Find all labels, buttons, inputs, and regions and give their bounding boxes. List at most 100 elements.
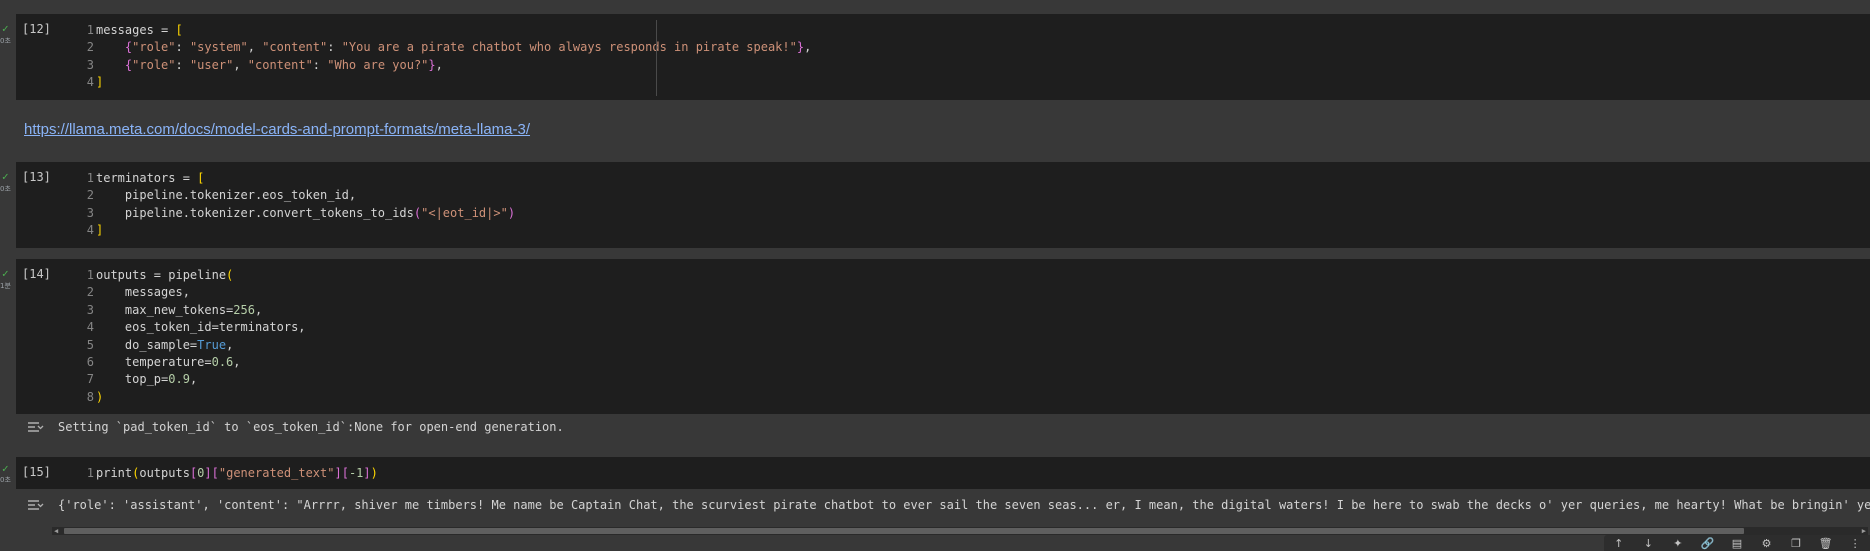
code-token: messages =: [96, 23, 176, 37]
line-number: 1: [86, 171, 94, 185]
cell-output-14: Setting `pad_token_id` to `eos_token_id`…: [16, 414, 1870, 450]
code-token: "content": [262, 40, 328, 55]
line-number: 2: [86, 188, 94, 203]
line-number: 4: [86, 320, 94, 335]
line-number: 8: [86, 389, 94, 404]
output-text: Setting `pad_token_id` to `eos_token_id`…: [58, 420, 564, 434]
code-token: 0.9: [168, 372, 190, 387]
ruler-line: [656, 20, 657, 96]
cell-toolbar: ↑ ↓ ✦ 🔗 ▤ ⚙ ❐ 🗑 ⋮: [1604, 535, 1870, 551]
line-number: 3: [86, 302, 94, 317]
code-cell-13[interactable]: ✓ 0초 [13] 1 terminators = [ 2 pipeline.to…: [0, 162, 1870, 248]
code-token: ,: [254, 302, 263, 317]
code-token: ): [96, 389, 104, 404]
check-icon: ✓: [2, 22, 9, 35]
scroll-left-icon[interactable]: ◀: [54, 527, 58, 535]
code-lines[interactable]: 1 messages = [ 2 {"role": "system", "cont…: [72, 22, 812, 92]
code-token: terminators =: [96, 171, 198, 185]
code-token: ,: [226, 337, 234, 352]
delete-icon[interactable]: 🗑: [1815, 537, 1837, 550]
code-token: 256: [233, 302, 255, 317]
output-toggle-icon[interactable]: [26, 498, 44, 512]
exec-time: 0초: [0, 37, 11, 45]
cell-gutter: ✓ 1분: [0, 259, 16, 414]
code-token: "system": [189, 40, 248, 55]
exec-count: [13]: [22, 170, 51, 184]
cell-gutter: ✓ 0초: [0, 457, 16, 489]
code-token: :: [175, 40, 190, 55]
output-toggle-icon[interactable]: [26, 420, 44, 434]
code-token: ,: [247, 40, 263, 55]
code-editor[interactable]: [13] 1 terminators = [ 2 pipeline.tokeniz…: [16, 162, 1870, 248]
code-token: [: [175, 23, 183, 37]
code-editor[interactable]: [15] 1 print(outputs[0]["generated_text"]…: [16, 457, 1870, 489]
code-token: ,: [233, 354, 241, 369]
line-number: 2: [86, 285, 94, 300]
code-lines[interactable]: 1 terminators = [ 2 pipeline.tokenizer.eo…: [72, 170, 515, 240]
code-token: -1: [348, 466, 364, 480]
mirror-cell-icon[interactable]: ❐: [1785, 537, 1807, 550]
settings-icon[interactable]: ⚙: [1756, 537, 1778, 550]
code-token: True: [197, 337, 227, 352]
code-cell-12[interactable]: ✓ 0초 [12] 1 messages = [ 2 {"role": "syst…: [0, 14, 1870, 100]
line-number: 1: [86, 466, 94, 480]
code-token: "You are a pirate chatbot who always res…: [341, 40, 797, 55]
code-token: messages,: [96, 285, 190, 300]
line-number: 4: [86, 75, 94, 90]
code-token: top_p=: [96, 372, 169, 387]
sparkle-icon[interactable]: ✦: [1667, 537, 1689, 550]
code-token: "content": [247, 57, 313, 72]
code-token: temperature=: [96, 354, 212, 369]
exec-time: 1분: [0, 282, 11, 290]
exec-count: [12]: [22, 22, 51, 36]
check-icon: ✓: [2, 170, 9, 183]
code-token: ]: [204, 466, 212, 480]
output-text: {'role': 'assistant', 'content': "Arrrr,…: [58, 498, 1870, 512]
code-editor[interactable]: [14] 1 outputs = pipeline( 2 messages, 3 …: [16, 259, 1870, 414]
link-icon[interactable]: 🔗: [1696, 537, 1718, 550]
code-token: ,: [435, 57, 443, 72]
comment-icon[interactable]: ▤: [1726, 537, 1748, 550]
code-cell-15[interactable]: ✓ 0초 [15] 1 print(outputs[0]["generated_t…: [0, 457, 1870, 489]
code-token: [: [341, 466, 349, 480]
move-up-icon[interactable]: ↑: [1608, 537, 1630, 550]
code-token: (: [226, 268, 234, 282]
exec-count: [14]: [22, 267, 51, 281]
code-token: :: [312, 57, 328, 72]
line-number: 3: [86, 57, 94, 72]
code-token: outputs = pipeline: [96, 268, 227, 282]
code-editor[interactable]: [12] 1 messages = [ 2 {"role": "system", …: [16, 14, 1870, 100]
code-token: pipeline.tokenizer.convert_tokens_to_ids: [96, 205, 414, 220]
exec-time: 0초: [0, 185, 11, 193]
check-icon: ✓: [2, 462, 9, 475]
code-token: 0.6: [211, 354, 234, 369]
code-token: pipeline.tokenizer.eos_token_id,: [96, 188, 357, 203]
code-token: [: [211, 466, 219, 480]
code-token: ): [507, 205, 516, 220]
code-token: "role": [132, 40, 176, 55]
code-token: ]: [334, 466, 342, 480]
horizontal-scrollbar[interactable]: ◀ ▶: [52, 527, 1868, 535]
code-token: "Who are you?": [327, 57, 429, 72]
scroll-right-icon[interactable]: ▶: [1862, 527, 1866, 535]
move-down-icon[interactable]: ↓: [1637, 537, 1659, 550]
code-token: ]: [96, 75, 104, 90]
exec-count: [15]: [22, 465, 51, 479]
code-token: max_new_tokens=: [96, 302, 234, 317]
code-lines[interactable]: 1 outputs = pipeline( 2 messages, 3 max_n…: [72, 267, 306, 406]
line-number: 3: [86, 205, 94, 220]
code-token: print: [96, 466, 133, 480]
code-cell-14[interactable]: ✓ 1분 [14] 1 outputs = pipeline( 2 message…: [0, 259, 1870, 414]
code-token: ,: [233, 57, 248, 72]
docs-link[interactable]: https://llama.meta.com/docs/model-cards-…: [24, 121, 530, 138]
scroll-thumb[interactable]: [64, 528, 1744, 534]
code-token: ): [370, 466, 378, 480]
code-token: ,: [804, 40, 812, 55]
more-options-icon[interactable]: ⋮: [1844, 537, 1866, 550]
code-token: do_sample=: [96, 337, 198, 352]
code-token: ,: [189, 372, 198, 387]
code-token: [: [197, 171, 205, 185]
line-number: 5: [86, 337, 94, 352]
code-lines[interactable]: 1 print(outputs[0]["generated_text"][-1]): [72, 465, 378, 482]
